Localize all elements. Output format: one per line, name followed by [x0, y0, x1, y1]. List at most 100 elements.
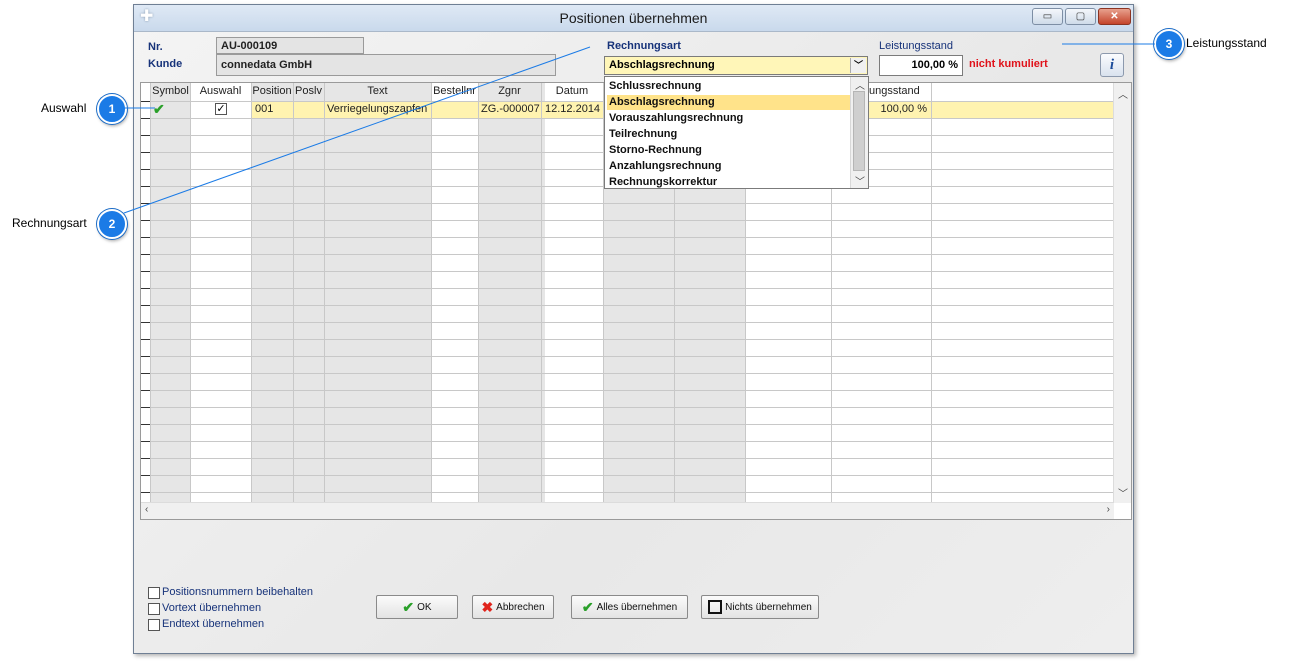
callout-label-auswahl: Auswahl [41, 101, 87, 115]
row-marker [141, 186, 150, 187]
row-marker [141, 203, 150, 204]
grid-row-line [141, 271, 1114, 272]
check-icon: ✔ [402, 598, 415, 615]
grid-row-line [141, 220, 1114, 221]
nr-field: AU-000109 [216, 37, 364, 54]
grid-col-divider [150, 83, 151, 503]
dropdown-option-teilrechnung[interactable]: Teilrechnung [607, 127, 852, 142]
row-marker [141, 322, 150, 323]
grid-row-line [141, 390, 1114, 391]
info-icon[interactable]: i [1100, 53, 1124, 77]
grid-col-divider [431, 83, 432, 503]
dropdown-scroll-up-icon[interactable]: ︿ [855, 77, 865, 92]
row-marker [141, 305, 150, 306]
row-marker [141, 254, 150, 255]
grid-row-line [141, 203, 1114, 204]
column-header-poslv[interactable]: Poslv [293, 85, 324, 97]
maximize-button[interactable]: ▢ [1065, 8, 1096, 25]
alles-uebernehmen-button[interactable]: ✔ Alles übernehmen [571, 595, 688, 619]
title-bar[interactable]: ✚ Positionen übernehmen ▭ ▢ ✕ [134, 5, 1133, 32]
grid-col-divider [478, 83, 479, 503]
dropdown-option-vorauszahlungsrechnung[interactable]: Vorauszahlungsrechnung [607, 111, 852, 126]
column-header-text[interactable]: Text [324, 85, 431, 97]
dropdown-scroll-thumb[interactable] [853, 91, 865, 171]
row-marker [141, 475, 150, 476]
grid-col-divider [190, 83, 191, 503]
row-symbol-check-icon: ✔ [153, 101, 165, 117]
vortext-checkbox[interactable] [148, 603, 160, 615]
endtext-label[interactable]: Endtext übernehmen [162, 618, 264, 630]
column-header-leistungsstand[interactable]: ungsstand [869, 85, 931, 97]
grid-col-divider [541, 83, 542, 503]
vortext-label[interactable]: Vortext übernehmen [162, 602, 261, 614]
alles-label: Alles übernehmen [596, 601, 678, 613]
grid-col-divider [293, 83, 294, 503]
abbrechen-button[interactable]: ✖ Abbrechen [472, 595, 554, 619]
grid-row-line [141, 441, 1114, 442]
row-marker [141, 356, 150, 357]
rechnungsart-dropdown[interactable]: Schlussrechnung Abschlagsrechnung Voraus… [604, 76, 869, 189]
row-marker [141, 288, 150, 289]
minimize-button[interactable]: ▭ [1032, 8, 1063, 25]
dropdown-option-abschlagsrechnung[interactable]: Abschlagsrechnung [607, 95, 852, 110]
callout-label-rechnungsart: Rechnungsart [12, 216, 87, 230]
leistungsstand-label: Leistungsstand [879, 40, 953, 52]
nr-label: Nr. [148, 41, 163, 53]
column-header-auswahl[interactable]: Auswahl [190, 85, 251, 97]
row-marker [141, 220, 150, 221]
positionsnummern-checkbox[interactable] [148, 587, 160, 599]
nichts-label: Nichts übernehmen [725, 601, 812, 613]
horizontal-scrollbar[interactable]: ‹ › [141, 502, 1114, 519]
close-button[interactable]: ✕ [1098, 8, 1131, 25]
row-marker [141, 441, 150, 442]
row-position: 001 [255, 103, 274, 115]
row-datum: 12.12.2014 [545, 103, 601, 115]
row-marker [141, 135, 150, 136]
vertical-scrollbar[interactable]: ︿ ﹀ [1113, 83, 1131, 503]
column-header-symbol[interactable]: Symbol [151, 85, 190, 97]
ok-button[interactable]: ✔ OK [376, 595, 458, 619]
column-header-position[interactable]: Position [251, 85, 293, 97]
zgnr-column-bg [478, 83, 545, 503]
grid-row-line [141, 458, 1114, 459]
row-marker [141, 424, 150, 425]
grid-row-line [141, 322, 1114, 323]
window-title: Positionen übernehmen [559, 10, 708, 26]
column-header-zgnr[interactable]: Zgnr [478, 85, 541, 97]
scroll-right-icon[interactable]: › [1107, 504, 1110, 515]
endtext-checkbox[interactable] [148, 619, 160, 631]
nichts-uebernehmen-button[interactable]: Nichts übernehmen [701, 595, 819, 619]
scroll-up-icon[interactable]: ︿ [1118, 86, 1128, 101]
chevron-down-icon[interactable]: ﹀ [850, 58, 866, 73]
callout-badge-1: 1 [97, 94, 127, 124]
dropdown-option-rechnungskorrektur[interactable]: Rechnungskorrektur [607, 175, 852, 190]
row-auswahl-checkbox[interactable]: ✓ [215, 103, 227, 115]
dropdown-scrollbar[interactable]: ︿ ﹀ [850, 77, 868, 188]
row-marker [141, 458, 150, 459]
row-marker [141, 492, 150, 493]
scroll-left-icon[interactable]: ‹ [145, 504, 148, 515]
dropdown-option-schlussrechnung[interactable]: Schlussrechnung [607, 79, 852, 94]
dropdown-option-storno-rechnung[interactable]: Storno-Rechnung [607, 143, 852, 158]
scroll-down-icon[interactable]: ﹀ [1118, 485, 1128, 500]
callout-badge-3: 3 [1154, 29, 1184, 59]
grid-row-line [141, 339, 1114, 340]
grid-row-line [141, 492, 1114, 493]
kunde-field: connedata GmbH [216, 54, 556, 76]
grid-row-line [141, 407, 1114, 408]
row-marker [141, 373, 150, 374]
row-marker [141, 169, 150, 170]
empty-square-icon [708, 600, 723, 614]
double-check-icon: ✔ [581, 598, 594, 615]
rechnungsart-label: Rechnungsart [607, 40, 681, 52]
row-marker [141, 237, 150, 238]
leistungsstand-input[interactable]: 100,00 % [879, 55, 963, 76]
positionsnummern-label[interactable]: Positionsnummern beibehalten [162, 586, 313, 598]
dropdown-scroll-down-icon[interactable]: ﹀ [855, 173, 865, 188]
dropdown-option-anzahlungsrechnung[interactable]: Anzahlungsrechnung [607, 159, 852, 174]
kumuliert-status: nicht kumuliert [969, 58, 1048, 70]
column-header-bestellnr[interactable]: Bestellnr [431, 85, 478, 97]
rechnungsart-select[interactable]: Abschlagsrechnung ﹀ [604, 56, 868, 75]
callout-badge-2: 2 [97, 209, 127, 239]
column-header-datum[interactable]: Datum [541, 85, 603, 97]
